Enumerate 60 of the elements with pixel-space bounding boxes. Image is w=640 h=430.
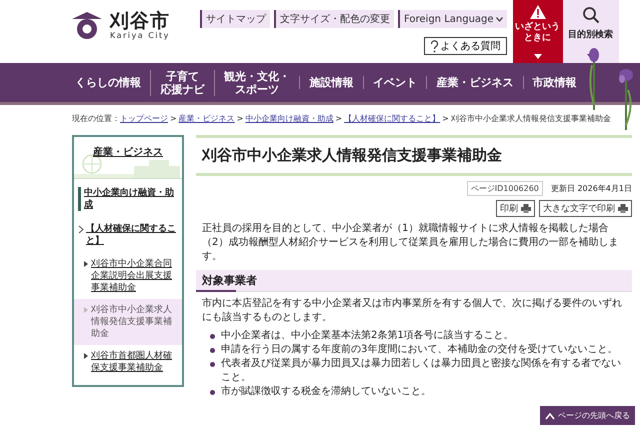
utility-link[interactable]: 文字サイズ・配色の変更 xyxy=(274,10,394,28)
emergency-button[interactable]: いざという ときに xyxy=(512,0,563,63)
bullet-icon xyxy=(210,362,215,367)
chevron-right-icon xyxy=(78,225,84,234)
breadcrumb-separator: > xyxy=(236,114,244,123)
logo-subtitle: Kariya City xyxy=(110,30,170,40)
triangle-bullet-icon xyxy=(84,307,88,313)
breadcrumb-link[interactable]: 【人材確保に関すること】 xyxy=(344,114,440,123)
breadcrumb-current: 刈谷市中小企業求人情報発信支援事業補助金 xyxy=(450,114,611,123)
requirement-text: 申請を行う日の属する年度前の3年度間において、本補助金の交付を受けていないこと。 xyxy=(221,343,618,357)
print-button[interactable]: 印刷 xyxy=(496,200,535,217)
nav-menu-item[interactable]: イベント xyxy=(362,76,426,89)
printer-icon xyxy=(521,204,531,213)
chevron-up-icon xyxy=(545,412,555,420)
breadcrumb-label: 現在の位置： xyxy=(72,114,120,123)
city-emblem-icon[interactable] xyxy=(70,10,104,40)
section-heading: 対象事業者 xyxy=(196,270,632,292)
back-to-top-button[interactable]: ページの先頭へ戻る xyxy=(540,406,635,425)
requirement-text: 代表者及び従業員が暴力団員又は暴力団若しくは暴力団員と密接な関係を有する者でないこと。 xyxy=(221,357,622,385)
nav-menu-item[interactable]: 子育て 応援ナビ xyxy=(150,70,214,96)
breadcrumb-link[interactable]: トップページ xyxy=(120,114,168,123)
chevron-down-icon xyxy=(496,16,503,22)
triangle-bullet-icon xyxy=(84,353,88,359)
utility-link[interactable]: サイトマップ xyxy=(200,10,270,28)
sidebar-heading-link[interactable]: 産業・ビジネス xyxy=(93,145,163,178)
breadcrumb-separator: > xyxy=(335,114,342,123)
bullet-icon xyxy=(210,334,215,339)
printer-icon xyxy=(618,204,628,213)
updated-date: 更新日 2026年4月1日 xyxy=(550,183,632,194)
sidebar-category-link[interactable]: 中小企業向け融資・助成 xyxy=(78,187,178,211)
nav-menu-item[interactable]: 産業・ビジネス xyxy=(426,76,523,89)
nav-menu-item[interactable]: くらしの情報 xyxy=(66,76,150,89)
requirement-text: 中小企業者は、中小企業基本法第2条第1項各号に該当すること。 xyxy=(221,329,514,343)
purpose-search-button[interactable]: 目的別検索 xyxy=(562,0,619,63)
page-title: 刈谷市中小企業求人情報発信支援事業補助金 xyxy=(202,146,503,165)
section-paragraph: 市内に本店登記を有する中小企業者又は市内事業所を有する個人で、次に掲げる要件のいずれにも該当するものとします。 xyxy=(202,297,623,325)
sidebar-item[interactable]: 刈谷市中小企業合同企業説明会出展支援事業補助金 xyxy=(74,253,182,299)
triangle-bullet-icon xyxy=(84,261,88,267)
nav-menu-item[interactable]: 施設情報 xyxy=(299,76,363,89)
logo-title[interactable]: 刈谷市 xyxy=(110,10,170,30)
search-icon xyxy=(582,6,600,24)
print-button[interactable]: 大きな文字で印刷 xyxy=(539,200,632,217)
bullet-icon xyxy=(210,348,215,353)
sidebar-group-link[interactable]: 【人材確保に関すること】 xyxy=(86,223,178,247)
page-id-label: ページID1006260 xyxy=(466,181,543,196)
sidebar-item[interactable]: 刈谷市首都圏人材確保支援事業補助金 xyxy=(74,345,182,379)
requirement-text: 市が賦課徴収する税金を滞納していないこと。 xyxy=(221,385,431,399)
breadcrumb-link[interactable]: 産業・ビジネス xyxy=(178,114,235,123)
breadcrumb-separator: > xyxy=(170,114,177,123)
language-dropdown[interactable]: Foreign Language xyxy=(398,10,507,28)
question-icon xyxy=(430,40,439,52)
nav-menu-item[interactable]: 観光・文化・ スポーツ xyxy=(214,70,300,96)
breadcrumb-separator: > xyxy=(442,114,449,123)
sidebar-item[interactable]: 刈谷市中小企業求人情報発信支援事業補助金 xyxy=(74,299,182,345)
bullet-icon xyxy=(210,390,215,395)
breadcrumb-link[interactable]: 中小企業向け融資・助成 xyxy=(245,114,334,123)
warning-icon xyxy=(528,4,547,20)
nav-menu-item[interactable]: 市政情報 xyxy=(522,76,586,89)
intro-paragraph: 正社員の採用を目的として、中小企業者が（1）就職情報サイトに求人情報を掲載した場合（2）成功報酬型人材紹介サービスを利用して従業員を雇用した場合に費用の一部を補助します。 xyxy=(202,222,620,264)
faq-button[interactable]: よくある質問 xyxy=(424,37,507,55)
